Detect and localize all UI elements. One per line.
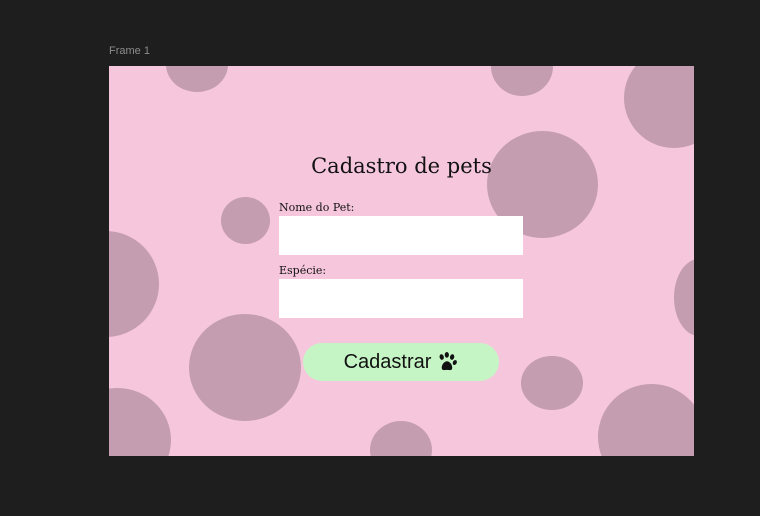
decorative-circle bbox=[109, 388, 171, 456]
frame-name-label[interactable]: Frame 1 bbox=[109, 45, 150, 57]
decorative-circle bbox=[370, 421, 432, 456]
decorative-circle bbox=[521, 356, 583, 410]
decorative-circle bbox=[221, 197, 270, 244]
species-input[interactable] bbox=[279, 279, 523, 318]
decorative-circle bbox=[166, 66, 228, 92]
pet-name-label: Nome do Pet: bbox=[279, 201, 355, 214]
decorative-circle bbox=[109, 231, 159, 337]
pet-registration-frame: Cadastro de pets Nome do Pet: Espécie: C… bbox=[109, 66, 694, 456]
species-label: Espécie: bbox=[279, 264, 327, 277]
decorative-circle bbox=[189, 314, 301, 421]
decorative-circle bbox=[491, 66, 553, 96]
decorative-circle bbox=[598, 384, 694, 456]
decorative-circle bbox=[624, 66, 694, 148]
decorative-circle bbox=[674, 259, 694, 336]
pet-name-input[interactable] bbox=[279, 216, 523, 255]
register-button[interactable]: Cadastrar bbox=[303, 343, 499, 381]
page-title: Cadastro de pets bbox=[311, 154, 492, 178]
register-button-label: Cadastrar bbox=[343, 350, 432, 373]
paw-icon bbox=[436, 351, 458, 373]
